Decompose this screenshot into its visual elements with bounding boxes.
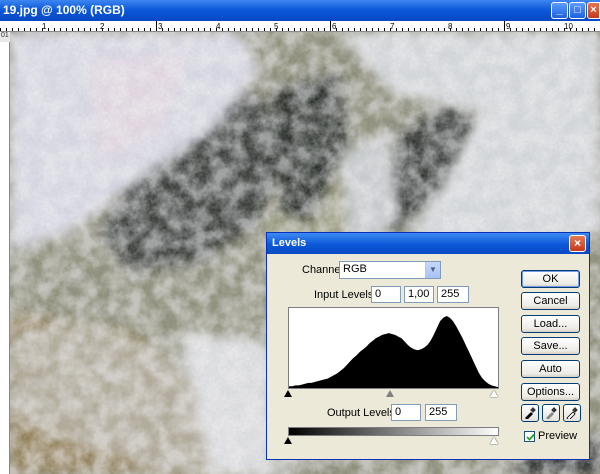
input-white-field[interactable]: 255: [437, 286, 469, 303]
histogram-plot: [289, 316, 498, 388]
maximize-button[interactable]: □: [569, 2, 586, 19]
input-slider[interactable]: [284, 390, 502, 400]
levels-close-button[interactable]: ×: [569, 235, 586, 252]
output-black-slider[interactable]: [284, 437, 292, 444]
levels-title: Levels: [272, 237, 307, 249]
vertical-ruler[interactable]: [0, 42, 10, 474]
cancel-button[interactable]: Cancel: [521, 292, 580, 310]
ruler-label: 7: [390, 22, 395, 31]
input-gamma-field[interactable]: 1,00: [404, 286, 434, 303]
ruler-label: 4: [216, 22, 221, 31]
output-slider[interactable]: [284, 437, 502, 447]
histogram: [288, 307, 499, 389]
levels-dialog: Levels × Channel: RGB ▼ Input Levels: 0 …: [266, 232, 590, 460]
chevron-down-icon[interactable]: ▼: [425, 262, 440, 278]
gray-point-eyedropper-icon[interactable]: [542, 404, 560, 422]
document-titlebar: 19.jpg @ 100% (RGB) _ □ ×: [0, 0, 600, 21]
output-black-field[interactable]: 0: [391, 404, 421, 421]
checkmark-icon: [526, 433, 535, 441]
output-white-field[interactable]: 255: [425, 404, 457, 421]
black-point-eyedropper-icon[interactable]: [521, 404, 539, 422]
output-white-slider[interactable]: [490, 437, 498, 444]
ruler-label: 1: [42, 22, 47, 31]
output-gradient: [288, 427, 499, 436]
document-title: 19.jpg @ 100% (RGB): [3, 3, 125, 17]
input-black-field[interactable]: 0: [371, 286, 401, 303]
save-button[interactable]: Save...: [521, 337, 580, 355]
preview-label: Preview: [538, 430, 578, 442]
ok-button[interactable]: OK: [521, 270, 580, 288]
options-button[interactable]: Options...: [521, 383, 580, 401]
levels-titlebar[interactable]: Levels ×: [267, 233, 589, 254]
histogram-area: [289, 316, 498, 388]
ruler-corner-label: 01: [1, 32, 9, 39]
input-white-slider[interactable]: [490, 390, 498, 397]
auto-button[interactable]: Auto: [521, 360, 580, 378]
horizontal-ruler[interactable]: 1 2 3 4 5 6 7 8 9 10: [0, 21, 600, 32]
close-button[interactable]: ×: [587, 2, 600, 19]
ruler-label: 3: [158, 22, 163, 31]
ruler-label: 6: [332, 22, 337, 31]
ruler-label: 5: [274, 22, 279, 31]
input-black-slider[interactable]: [284, 390, 292, 397]
preview-checkbox[interactable]: [524, 431, 535, 442]
output-levels-label: Output Levels:: [327, 407, 398, 419]
input-gamma-slider[interactable]: [386, 390, 394, 397]
white-point-eyedropper-icon[interactable]: [563, 404, 581, 422]
ruler-label: 9: [506, 22, 511, 31]
ruler-label: 10: [564, 22, 573, 31]
channel-select[interactable]: RGB ▼: [339, 261, 441, 279]
input-levels-label: Input Levels:: [314, 289, 377, 301]
channel-value: RGB: [343, 263, 367, 275]
ruler-label: 2: [100, 22, 105, 31]
ruler-label: 8: [448, 22, 453, 31]
minimize-button[interactable]: _: [551, 2, 568, 19]
load-button[interactable]: Load...: [521, 315, 580, 333]
